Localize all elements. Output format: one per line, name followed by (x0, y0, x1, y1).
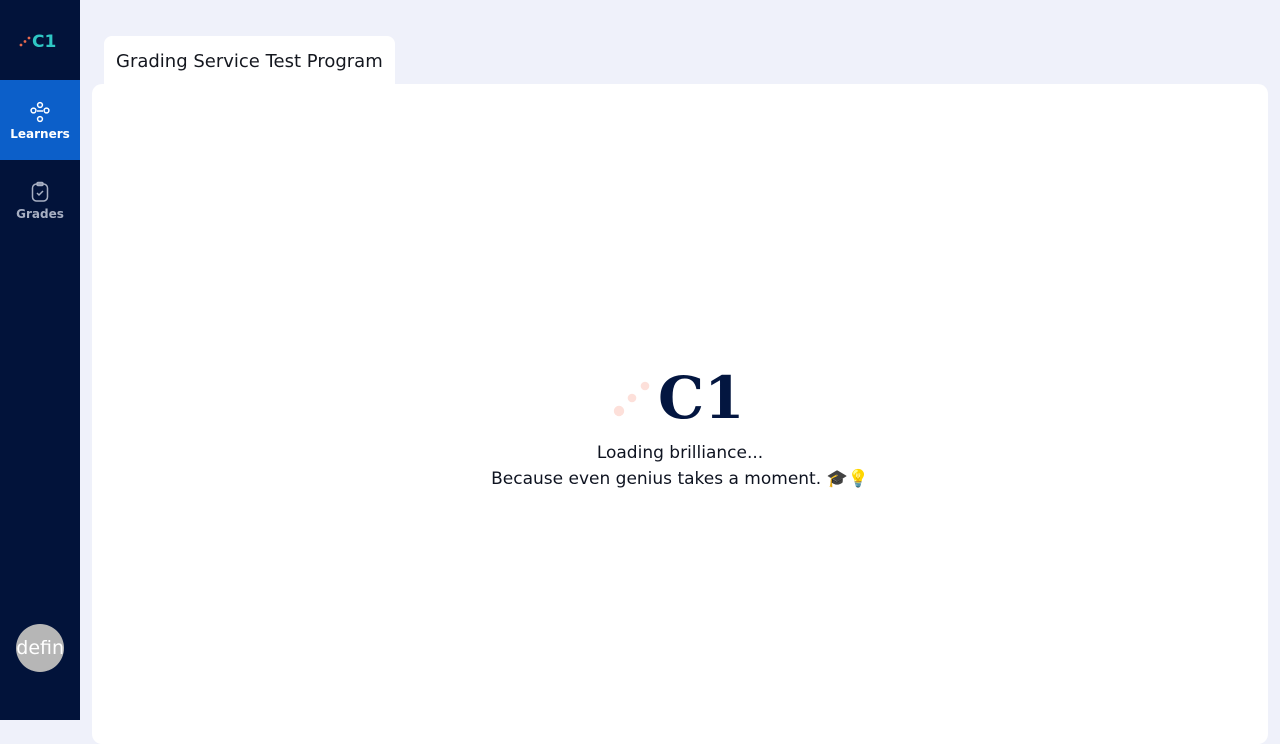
app-logo-text: C1 (32, 32, 56, 51)
app-logo-mark: C1 (19, 32, 56, 51)
tab-label: Grading Service Test Program (116, 50, 383, 72)
learners-icon (30, 101, 50, 122)
sidebar-item-label: Grades (16, 206, 64, 221)
sidebar: C1 Learners Grades undefined (0, 0, 80, 720)
app-logo[interactable]: C1 (0, 22, 80, 58)
avatar-text: undefined (16, 637, 64, 659)
avatar[interactable]: undefined (16, 624, 64, 672)
loading-logo: C1 (613, 364, 745, 424)
sidebar-item-label: Learners (10, 126, 70, 141)
loading-submessage: Because even genius takes a moment. 🎓💡 (491, 469, 869, 489)
loading-indicator: C1 Loading brilliance... Because even ge… (92, 364, 1268, 492)
loading-logo-text: C1 (658, 364, 745, 424)
clipboard-check-icon (31, 181, 49, 202)
sidebar-item-grades[interactable]: Grades (0, 160, 80, 240)
tab-grading-service-test-program[interactable]: Grading Service Test Program (104, 36, 395, 86)
loading-message: Loading brilliance... (596, 443, 764, 463)
sidebar-item-learners[interactable]: Learners (0, 80, 80, 160)
main-panel: C1 Loading brilliance... Because even ge… (92, 84, 1268, 744)
